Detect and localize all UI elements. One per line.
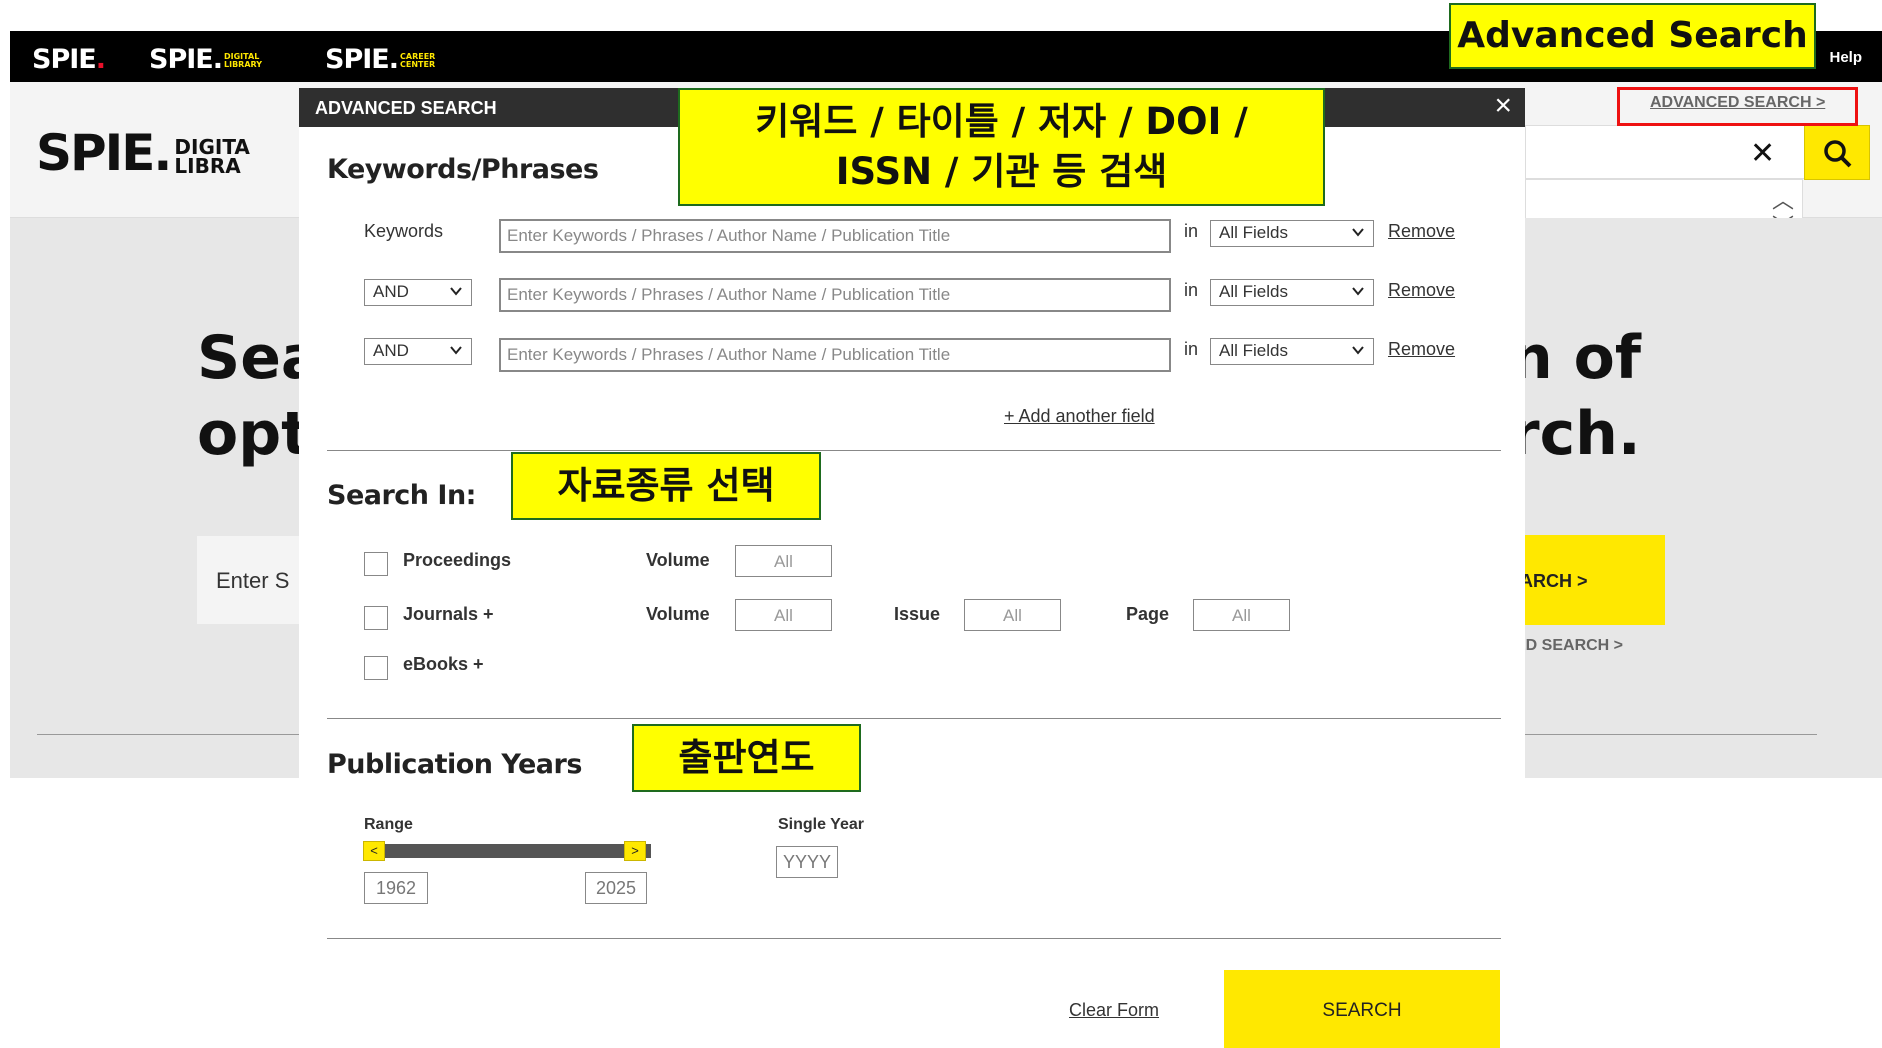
chevron-down-icon <box>450 346 462 355</box>
spie-career-center-link[interactable]: SPIE. CAREER CENTER <box>325 44 435 75</box>
volume-label: Volume <box>646 604 710 624</box>
proceedings-label: Proceedings <box>403 550 512 570</box>
single-year-input[interactable]: YYYY <box>776 846 838 878</box>
proceedings-checkbox[interactable] <box>364 552 388 576</box>
operator-select-2[interactable]: AND <box>364 279 472 306</box>
keyword-callout-line1: 키워드 / 타이틀 / 저자 / DOI / <box>755 100 1248 143</box>
hero-advanced-search-link[interactable]: ED SEARCH > <box>1515 637 1623 655</box>
chevron-down-icon <box>1352 346 1364 355</box>
publication-years-heading: Publication Years <box>327 749 582 780</box>
operator-select-3-value: AND <box>373 341 409 360</box>
journals-issue-input[interactable]: All <box>964 599 1061 631</box>
remove-link-3[interactable]: Remove <box>1388 339 1455 360</box>
in-label: in <box>1184 221 1199 241</box>
keywords-heading: Keywords/Phrases <box>327 154 599 185</box>
journals-checkbox[interactable] <box>364 606 388 630</box>
spie-home-link[interactable]: SPIE. <box>32 44 106 75</box>
field-select-3[interactable]: All Fields <box>1210 338 1374 365</box>
remove-link-1[interactable]: Remove <box>1388 221 1455 242</box>
chevron-up-icon[interactable]: ︿ <box>1772 188 1794 214</box>
keyword-search-callout: 키워드 / 타이틀 / 저자 / DOI / ISSN / 기관 등 검색 <box>678 88 1325 206</box>
ebooks-label[interactable]: eBooks + <box>403 654 484 675</box>
chevron-down-icon <box>1352 287 1364 296</box>
keywords-label: Keywords <box>364 221 444 241</box>
brand-dl: SPIE <box>149 44 214 75</box>
publication-year-callout: 출판연도 <box>632 724 861 792</box>
logo-text: SPIE <box>36 124 155 182</box>
add-field-link[interactable]: + Add another field <box>1004 406 1155 427</box>
hero-headline-right: n of rch. <box>1510 320 1641 472</box>
logo-sub2: LIBRA <box>174 153 241 178</box>
search-in-heading: Search In: <box>327 480 476 511</box>
brand-cc-sub2: CENTER <box>400 59 436 69</box>
ebooks-checkbox[interactable] <box>364 656 388 680</box>
proceedings-volume-input[interactable]: All <box>735 545 832 577</box>
help-link[interactable]: Help <box>1829 49 1862 66</box>
operator-select-2-value: AND <box>373 282 409 301</box>
spie-digital-library-link[interactable]: SPIE. DIGITAL LIBRARY <box>149 44 262 75</box>
clear-search-icon[interactable]: ✕ <box>1750 136 1775 171</box>
advanced-search-modal: ADVANCED SEARCH × Keywords/Phrases Keywo… <box>299 88 1525 1048</box>
field-select-1[interactable]: All Fields <box>1210 220 1374 247</box>
search-button[interactable]: SEARCH <box>1224 970 1500 1048</box>
journals-volume-input[interactable]: All <box>735 599 832 631</box>
range-label: Range <box>364 816 413 833</box>
advanced-search-callout: Advanced Search <box>1449 3 1816 69</box>
page-label: Page <box>1126 604 1170 624</box>
in-label: in <box>1184 339 1199 359</box>
divider <box>327 718 1501 719</box>
hero-right-line2: rch. <box>1510 399 1641 469</box>
brand-cc: SPIE <box>325 44 390 75</box>
field-select-3-value: All Fields <box>1219 341 1288 360</box>
year-range-slider[interactable] <box>365 844 651 858</box>
divider <box>327 938 1501 939</box>
keyword-input-2[interactable]: Enter Keywords / Phrases / Author Name /… <box>499 278 1171 312</box>
advanced-search-highlight <box>1617 87 1858 126</box>
journals-page-input[interactable]: All <box>1193 599 1290 631</box>
issue-label: Issue <box>894 604 941 624</box>
volume-label: Volume <box>646 550 710 570</box>
brand-main: SPIE <box>32 44 97 75</box>
range-max-handle[interactable]: > <box>624 841 646 861</box>
digital-library-logo[interactable]: SPIE. DIGITA LIBRA <box>36 124 250 182</box>
search-icon <box>1824 140 1852 168</box>
in-label: in <box>1184 280 1199 300</box>
divider <box>327 450 1501 451</box>
chevron-down-icon <box>1352 228 1364 237</box>
keyword-input-1[interactable]: Enter Keywords / Phrases / Author Name /… <box>499 219 1171 253</box>
field-select-2-value: All Fields <box>1219 282 1288 301</box>
close-icon[interactable]: × <box>1494 91 1512 121</box>
clear-form-link[interactable]: Clear Form <box>1069 1000 1159 1021</box>
remove-link-2[interactable]: Remove <box>1388 280 1455 301</box>
hero-right-line1: n of <box>1510 323 1641 393</box>
chevron-down-icon <box>450 287 462 296</box>
keyword-callout-line2: ISSN / 기관 등 검색 <box>835 150 1168 193</box>
range-start-input[interactable]: 1962 <box>364 872 428 904</box>
field-select-2[interactable]: All Fields <box>1210 279 1374 306</box>
material-type-callout: 자료종류 선택 <box>511 452 821 520</box>
range-min-handle[interactable]: < <box>363 841 385 861</box>
modal-title: ADVANCED SEARCH <box>315 98 497 118</box>
single-year-label: Single Year <box>778 816 864 833</box>
field-select-1-value: All Fields <box>1219 223 1288 242</box>
operator-select-3[interactable]: AND <box>364 338 472 365</box>
header-search-button[interactable] <box>1804 125 1870 180</box>
journals-label[interactable]: Journals + <box>403 604 494 625</box>
range-end-input[interactable]: 2025 <box>585 872 647 904</box>
keyword-input-3[interactable]: Enter Keywords / Phrases / Author Name /… <box>499 338 1171 372</box>
brand-dl-sub2: LIBRARY <box>224 59 263 69</box>
